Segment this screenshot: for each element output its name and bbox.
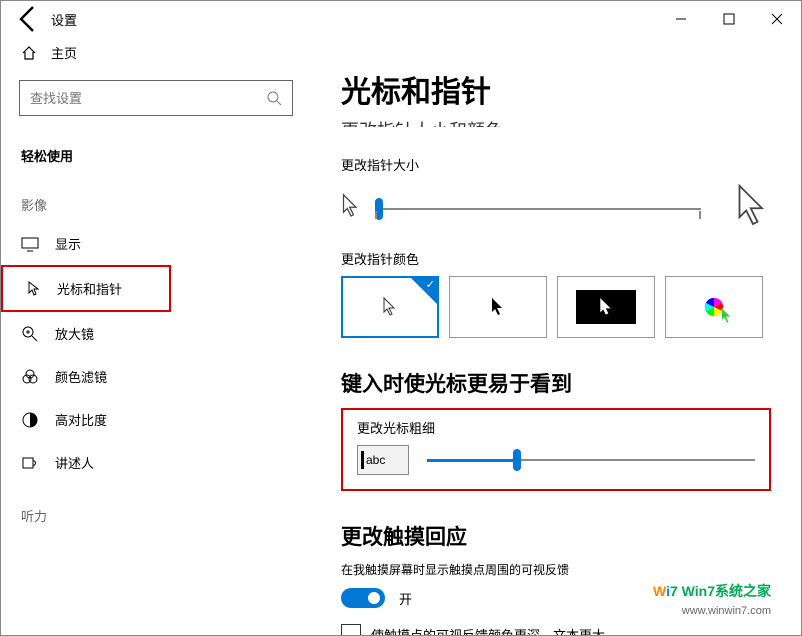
minimize-button[interactable] <box>657 1 705 37</box>
cursor-pointer-icon <box>23 280 41 298</box>
back-button[interactable] <box>13 3 45 35</box>
pointer-color-black[interactable] <box>449 276 547 338</box>
pointer-color-inverted[interactable] <box>557 276 655 338</box>
sidebar-item-magnifier[interactable]: 放大镜 <box>1 312 311 355</box>
nav-label: 放大镜 <box>55 324 94 343</box>
typing-cursor-heading: 键入时使光标更易于看到 <box>341 368 771 398</box>
pointer-size-label: 更改指针大小 <box>341 155 771 174</box>
sidebar-item-high-contrast[interactable]: 高对比度 <box>1 398 311 441</box>
magnifier-icon <box>21 325 39 343</box>
display-icon <box>21 235 39 253</box>
pointer-color-white[interactable] <box>341 276 439 338</box>
truncated-section-heading: 更改指针大小和颜色 <box>341 117 771 135</box>
window-title: 设置 <box>51 10 77 29</box>
group-hearing: 听力 <box>1 484 311 533</box>
color-filter-icon <box>21 368 39 386</box>
content-pane: 光标和指针 更改指针大小和颜色 更改指针大小 更改指针颜色 <box>311 37 801 635</box>
sidebar-item-cursor-pointer[interactable]: 光标和指针 <box>1 265 171 312</box>
touch-feedback-toggle[interactable] <box>341 588 385 608</box>
pointer-color-custom[interactable] <box>665 276 763 338</box>
nav-label: 颜色滤镜 <box>55 367 107 386</box>
checkbox-label: 使触摸点的可视反馈颜色更深，文本更大 <box>371 625 605 636</box>
sidebar-item-display[interactable]: 显示 <box>1 222 311 265</box>
search-icon <box>266 90 282 106</box>
cursor-large-icon <box>735 182 771 235</box>
page-title: 光标和指针 <box>341 67 771 111</box>
cursor-small-icon <box>341 193 361 224</box>
search-box[interactable] <box>19 80 293 116</box>
nav-label: 高对比度 <box>55 410 107 429</box>
home-label: 主页 <box>51 43 77 62</box>
narrator-icon <box>21 454 39 472</box>
sidebar-item-color-filters[interactable]: 颜色滤镜 <box>1 355 311 398</box>
nav-label: 讲述人 <box>55 453 94 472</box>
pointer-color-label: 更改指针颜色 <box>341 249 771 268</box>
cursor-thickness-preview: abc <box>357 445 409 475</box>
touch-feedback-description: 在我触摸屏幕时显示触摸点周围的可视反馈 <box>341 561 771 578</box>
search-input[interactable] <box>30 91 266 106</box>
darker-feedback-checkbox[interactable] <box>341 624 361 635</box>
maximize-button[interactable] <box>705 1 753 37</box>
home-link[interactable]: 主页 <box>1 37 311 80</box>
home-icon <box>21 45 37 61</box>
close-button[interactable] <box>753 1 801 37</box>
group-vision: 影像 <box>1 173 311 222</box>
sidebar-item-narrator[interactable]: 讲述人 <box>1 441 311 484</box>
high-contrast-icon <box>21 411 39 429</box>
sidebar: 主页 轻松使用 影像 显示 光标和指针 放大镜 颜色滤镜 高对比度 <box>1 37 311 635</box>
cursor-thickness-section: 更改光标粗细 abc <box>341 408 771 491</box>
cursor-thickness-label: 更改光标粗细 <box>357 418 755 437</box>
nav-label: 显示 <box>55 234 81 253</box>
nav-label: 光标和指针 <box>57 279 122 298</box>
group-ease-of-access: 轻松使用 <box>1 124 311 173</box>
touch-feedback-heading: 更改触摸回应 <box>341 521 771 551</box>
title-bar: 设置 <box>1 1 801 37</box>
cursor-thickness-slider[interactable] <box>427 448 755 472</box>
pointer-size-slider[interactable] <box>375 197 701 221</box>
toggle-state-label: 开 <box>399 589 412 608</box>
